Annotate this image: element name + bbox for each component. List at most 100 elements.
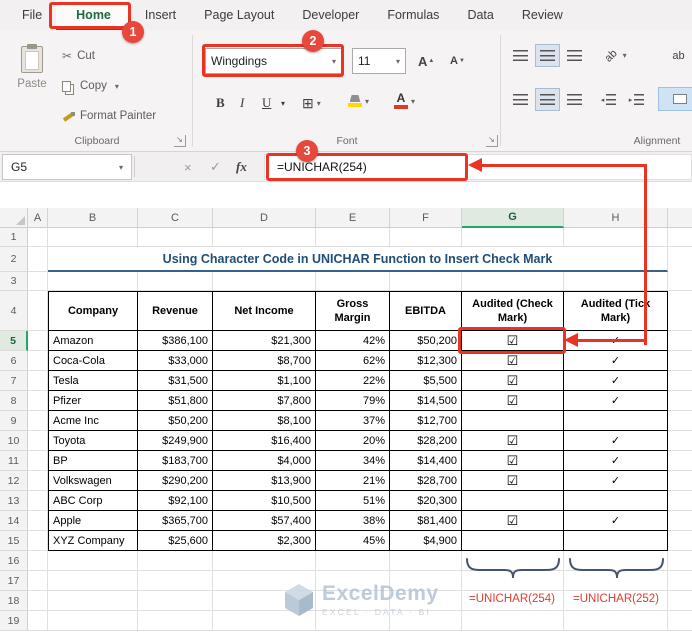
cell-partial-11[interactable]	[668, 451, 692, 471]
column-header-d[interactable]: D	[213, 208, 316, 228]
cell-partial-7[interactable]	[668, 371, 692, 391]
column-header-h[interactable]: H	[564, 208, 668, 228]
table-header-c4[interactable]: Revenue	[138, 291, 213, 331]
cell-partial-5[interactable]	[668, 331, 692, 351]
font-dialog-launcher-icon[interactable]: ↘	[486, 135, 498, 147]
font-size-combo[interactable]: 11 ▾	[352, 48, 406, 74]
fill-color-button[interactable]: ▾	[348, 88, 369, 114]
italic-button[interactable]: I	[240, 90, 244, 116]
column-header-c[interactable]: C	[138, 208, 213, 228]
cell-c15[interactable]: $25,600	[138, 531, 213, 551]
cell-g7[interactable]: ☑	[462, 371, 564, 391]
row-header-18[interactable]: 18	[0, 591, 28, 611]
align-bottom-button[interactable]	[562, 44, 587, 67]
cell-f8[interactable]: $14,500	[390, 391, 462, 411]
cell-e16[interactable]	[316, 551, 390, 571]
column-header-f[interactable]: F	[390, 208, 462, 228]
cell-b13[interactable]: ABC Corp	[48, 491, 138, 511]
cell-e12[interactable]: 21%	[316, 471, 390, 491]
cell-b1[interactable]	[48, 228, 138, 247]
cell-e13[interactable]: 51%	[316, 491, 390, 511]
cell-f7[interactable]: $5,500	[390, 371, 462, 391]
cell-e3[interactable]	[316, 272, 390, 291]
select-all-button[interactable]	[0, 208, 28, 228]
cell-h16[interactable]	[564, 551, 668, 571]
formula-input[interactable]: =UNICHAR(254)	[264, 154, 692, 180]
cell-b14[interactable]: Apple	[48, 511, 138, 531]
cell-a12[interactable]	[28, 471, 48, 491]
cell-a14[interactable]	[28, 511, 48, 531]
merge-center-button[interactable]	[658, 87, 692, 111]
cell-c17[interactable]	[138, 571, 213, 591]
cell-b16[interactable]	[48, 551, 138, 571]
cell-b10[interactable]: Toyota	[48, 431, 138, 451]
cell-h6[interactable]: ✓	[564, 351, 668, 371]
cell-g12[interactable]: ☑	[462, 471, 564, 491]
cell-d1[interactable]	[213, 228, 316, 247]
align-left-button[interactable]	[508, 88, 533, 111]
cell-a10[interactable]	[28, 431, 48, 451]
cell-f6[interactable]: $12,300	[390, 351, 462, 371]
cell-c5[interactable]: $386,100	[138, 331, 213, 351]
underline-button[interactable]: U	[262, 90, 271, 116]
tab-file[interactable]: File	[8, 0, 56, 30]
increase-font-size-button[interactable]: A ▲	[418, 48, 434, 74]
row-header-8[interactable]: 8	[0, 391, 28, 411]
cell-h12[interactable]: ✓	[564, 471, 668, 491]
cell-d14[interactable]: $57,400	[213, 511, 316, 531]
cell-h5[interactable]: ✓	[564, 331, 668, 351]
cell-f10[interactable]: $28,200	[390, 431, 462, 451]
cell-d11[interactable]: $4,000	[213, 451, 316, 471]
cell-h7[interactable]: ✓	[564, 371, 668, 391]
cell-h10[interactable]: ✓	[564, 431, 668, 451]
cell-h19[interactable]	[564, 611, 668, 631]
cell-g15[interactable]	[462, 531, 564, 551]
row-header-10[interactable]: 10	[0, 431, 28, 451]
cell-c3[interactable]	[138, 272, 213, 291]
wrap-text-button[interactable]: ab	[666, 44, 691, 67]
cell-partial-8[interactable]	[668, 391, 692, 411]
cell-h3[interactable]	[564, 272, 668, 291]
cell-e8[interactable]: 79%	[316, 391, 390, 411]
cell-h15[interactable]	[564, 531, 668, 551]
cell-partial-15[interactable]	[668, 531, 692, 551]
borders-button[interactable]: ⊞ ▾	[302, 90, 321, 116]
format-painter-button[interactable]: Format Painter	[60, 104, 158, 128]
cell-a7[interactable]	[28, 371, 48, 391]
table-header-e4[interactable]: Gross Margin	[316, 291, 390, 331]
table-header-b4[interactable]: Company	[48, 291, 138, 331]
column-header-partial[interactable]	[668, 208, 692, 228]
cell-c1[interactable]	[138, 228, 213, 247]
cell-b17[interactable]	[48, 571, 138, 591]
cell-a1[interactable]	[28, 228, 48, 247]
cell-h8[interactable]: ✓	[564, 391, 668, 411]
cell-partial-13[interactable]	[668, 491, 692, 511]
cell-partial-3[interactable]	[668, 272, 692, 291]
align-top-button[interactable]	[508, 44, 533, 67]
cell-f1[interactable]	[390, 228, 462, 247]
cell-b6[interactable]: Coca-Cola	[48, 351, 138, 371]
row-header-5[interactable]: 5	[0, 331, 28, 351]
cell-e11[interactable]: 34%	[316, 451, 390, 471]
cell-d5[interactable]: $21,300	[213, 331, 316, 351]
row-header-19[interactable]: 19	[0, 611, 28, 631]
cell-d12[interactable]: $13,900	[213, 471, 316, 491]
cell-a19[interactable]	[28, 611, 48, 631]
cell-a17[interactable]	[28, 571, 48, 591]
cell-partial-9[interactable]	[668, 411, 692, 431]
cell-partial-14[interactable]	[668, 511, 692, 531]
cell-g6[interactable]: ☑	[462, 351, 564, 371]
tab-formulas[interactable]: Formulas	[373, 0, 453, 30]
cell-a2[interactable]	[28, 247, 48, 272]
cell-partial-12[interactable]	[668, 471, 692, 491]
cell-partial-6[interactable]	[668, 351, 692, 371]
cell-a11[interactable]	[28, 451, 48, 471]
cell-a4[interactable]	[28, 291, 48, 331]
cancel-icon[interactable]: ×	[184, 154, 192, 180]
align-middle-button[interactable]	[535, 44, 560, 67]
cell-g17[interactable]	[462, 571, 564, 591]
column-header-b[interactable]: B	[48, 208, 138, 228]
cell-c7[interactable]: $31,500	[138, 371, 213, 391]
cell-h18[interactable]	[564, 591, 668, 611]
tab-review[interactable]: Review	[508, 0, 577, 30]
